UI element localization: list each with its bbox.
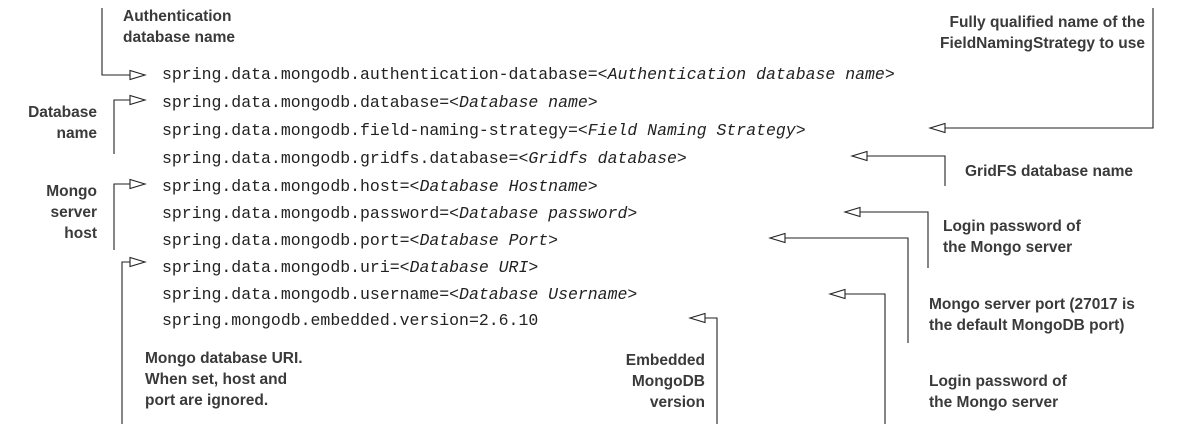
arrowhead-gridfs <box>850 150 868 162</box>
annotation-mongo-host: Mongo server host <box>46 181 97 244</box>
code-line-authentication-database: spring.data.mongodb.authentication-datab… <box>162 65 895 85</box>
arrowhead-field-naming <box>928 122 946 134</box>
annotation-line: Mongo <box>46 183 97 200</box>
annotation-line: MongoDB <box>631 373 705 390</box>
property-placeholder: <Database URI> <box>399 258 539 277</box>
annotation-line: database name <box>123 29 235 46</box>
property-key: spring.mongodb.embedded.version=2.6.10 <box>162 311 539 330</box>
property-key: spring.data.mongodb.password= <box>162 204 450 223</box>
code-line-host: spring.data.mongodb.host=<Database Hostn… <box>162 177 598 197</box>
property-key: spring.data.mongodb.uri= <box>162 258 400 277</box>
annotation-line: host <box>64 225 97 242</box>
arrowhead-embedded-version <box>688 312 706 324</box>
property-key: spring.data.mongodb.authentication-datab… <box>162 65 598 84</box>
annotation-line: name <box>56 125 98 142</box>
annotation-line: Mongo database URI. <box>145 350 303 367</box>
property-placeholder: <Database Username> <box>449 285 638 304</box>
property-placeholder: <Gridfs database> <box>518 149 687 168</box>
property-placeholder: <Database Hostname> <box>409 177 598 196</box>
property-placeholder: <Database Port> <box>409 231 559 250</box>
property-placeholder: <Database name> <box>449 93 598 112</box>
arrowhead-password <box>843 206 861 218</box>
annotation-line: version <box>649 394 705 411</box>
annotation-line: FieldNamingStrategy to use <box>940 35 1145 52</box>
property-key: spring.data.mongodb.field-naming-strateg… <box>162 121 578 140</box>
connector-port <box>785 237 909 343</box>
annotation-line: Authentication <box>123 8 232 25</box>
annotation-password: Login password of the Mongo server <box>943 216 1081 258</box>
annotation-port: Mongo server port (27017 is the default … <box>929 294 1135 336</box>
property-key: spring.data.mongodb.username= <box>162 285 450 304</box>
mongodb-properties-diagram: spring.data.mongodb.authentication-datab… <box>0 0 1200 424</box>
arrowhead-database-name <box>129 94 147 106</box>
annotation-line: the Mongo server <box>943 239 1073 256</box>
annotation-line: server <box>50 204 97 221</box>
arrowhead-mongo-uri <box>129 256 147 268</box>
property-key: spring.data.mongodb.gridfs.database= <box>162 149 519 168</box>
connector-gridfs <box>867 155 946 186</box>
annotation-line: When set, host and <box>145 371 288 388</box>
code-line-database: spring.data.mongodb.database=<Database n… <box>162 93 598 113</box>
annotation-gridfs: GridFS database name <box>965 161 1133 182</box>
property-placeholder: <Field Naming Strategy> <box>577 121 806 140</box>
property-key: spring.data.mongodb.database= <box>162 93 450 112</box>
code-line-port: spring.data.mongodb.port=<Database Port> <box>162 231 558 251</box>
annotation-line: Login password of <box>943 218 1081 235</box>
arrowhead-mongo-host <box>129 178 147 190</box>
code-line-uri: spring.data.mongodb.uri=<Database URI> <box>162 258 538 278</box>
arrowhead-auth-db <box>129 69 147 81</box>
property-placeholder: <Database password> <box>449 204 638 223</box>
annotation-line: Embedded <box>625 352 705 369</box>
arrowhead-port <box>768 232 786 244</box>
annotation-line: GridFS database name <box>965 163 1133 180</box>
annotation-database-name: Database name <box>28 102 97 144</box>
connector-mongo-uri <box>121 261 130 424</box>
connector-username <box>845 293 886 424</box>
connector-database-name <box>113 99 130 154</box>
annotation-line: port are ignored. <box>145 392 269 409</box>
connector-password <box>860 211 929 268</box>
annotation-line: Fully qualified name of the <box>949 14 1146 31</box>
annotation-username: Login password of the Mongo server <box>929 371 1067 413</box>
annotation-line: the default MongoDB port) <box>929 317 1125 334</box>
annotation-auth-db: Authentication database name <box>123 6 235 48</box>
property-placeholder: <Authentication database name> <box>597 65 895 84</box>
code-line-username: spring.data.mongodb.username=<Database U… <box>162 285 637 305</box>
code-line-embedded-version: spring.mongodb.embedded.version=2.6.10 <box>162 311 538 331</box>
code-line-password: spring.data.mongodb.password=<Database p… <box>162 204 637 224</box>
property-key: spring.data.mongodb.port= <box>162 231 410 250</box>
arrowhead-username <box>828 288 846 300</box>
annotation-line: the Mongo server <box>929 394 1059 411</box>
code-line-gridfs-database: spring.data.mongodb.gridfs.database=<Gri… <box>162 149 687 169</box>
annotation-field-naming: Fully qualified name of the FieldNamingS… <box>940 12 1145 54</box>
annotation-mongo-uri: Mongo database URI. When set, host and p… <box>145 348 303 411</box>
annotation-line: Mongo server port (27017 is <box>929 296 1135 313</box>
annotation-embedded-version: Embedded MongoDB version <box>626 350 705 413</box>
annotation-line: Database <box>28 104 97 121</box>
annotation-line: Login password of <box>929 373 1067 390</box>
connector-embedded-version <box>705 317 718 424</box>
connector-mongo-host <box>113 183 130 250</box>
code-line-field-naming-strategy: spring.data.mongodb.field-naming-strateg… <box>162 121 806 141</box>
property-key: spring.data.mongodb.host= <box>162 177 410 196</box>
